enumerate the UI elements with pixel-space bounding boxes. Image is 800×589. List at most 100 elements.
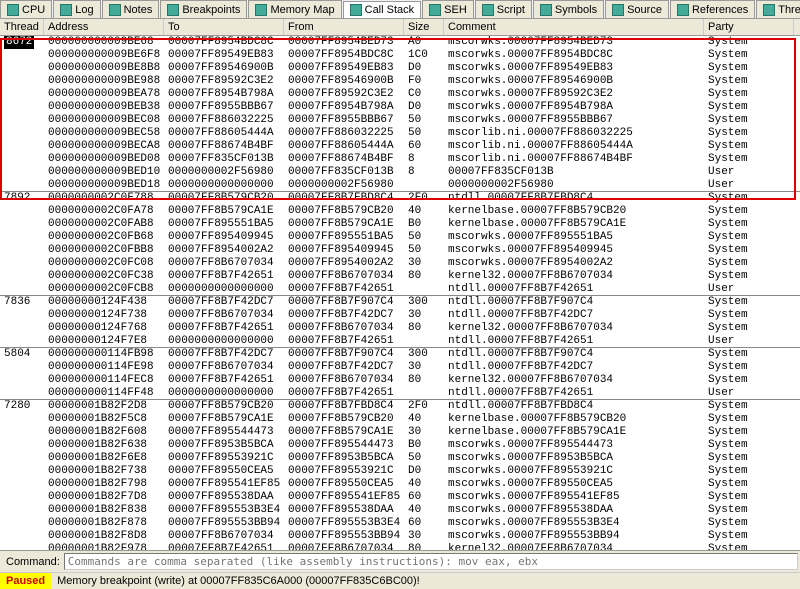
tab-breakpoints[interactable]: Breakpoints bbox=[160, 0, 247, 18]
table-row[interactable]: 0000000002C0FB6800007FF89540994500007FF8… bbox=[0, 231, 800, 244]
tab-references[interactable]: References bbox=[670, 0, 755, 18]
table-row[interactable]: 78920000000002C0F78800007FF8B579CB200000… bbox=[0, 192, 800, 205]
cell-address: 000000000009BEB38 bbox=[44, 101, 164, 114]
table-row[interactable]: 000000000009BED1800000000000000000000000… bbox=[0, 179, 800, 192]
table-row[interactable]: 5804000000000114FB9800007FF8B7F42DC70000… bbox=[0, 348, 800, 361]
cell-address: 000000000009BED08 bbox=[44, 153, 164, 166]
table-row[interactable]: 00000001B82F7D800007FF895538DAA00007FF89… bbox=[0, 491, 800, 504]
cell-size: B0 bbox=[404, 218, 444, 231]
cell-from: 00007FF8B7F42DC7 bbox=[284, 309, 404, 322]
tab-symbols[interactable]: Symbols bbox=[533, 0, 604, 18]
table-row[interactable]: 00000001B82F97800007FF8B7F4265100007FF8B… bbox=[0, 543, 800, 550]
table-row[interactable]: 00000001B82F83800007FF895553B3E400007FF8… bbox=[0, 504, 800, 517]
header-address[interactable]: Address bbox=[44, 19, 164, 35]
table-row[interactable]: 000000000114FEC800007FF8B7F4265100007FF8… bbox=[0, 374, 800, 387]
table-row[interactable]: 0000000002C0FCB8000000000000000000007FF8… bbox=[0, 283, 800, 296]
cell-address: 0000000002C0FC08 bbox=[44, 257, 164, 270]
table-row[interactable]: 00000000124F7E8000000000000000000007FF8B… bbox=[0, 335, 800, 348]
table-row[interactable]: 000000000009BECA800007FF88674B4BF00007FF… bbox=[0, 140, 800, 153]
table-row[interactable]: 000000000114FF48000000000000000000007FF8… bbox=[0, 387, 800, 400]
table-row[interactable]: 0000000002C0FAB800007FF895551BA500007FF8… bbox=[0, 218, 800, 231]
cell-thread bbox=[0, 88, 44, 101]
table-row[interactable]: 00000001B82F79800007FF895541EF8500007FF8… bbox=[0, 478, 800, 491]
cell-to: 00007FF8B579CB20 bbox=[164, 400, 284, 413]
cell-from: 00007FF8B579CB20 bbox=[284, 413, 404, 426]
table-row[interactable]: 000000000114FE9800007FF8B670703400007FF8… bbox=[0, 361, 800, 374]
table-row[interactable]: 000000000009BE6F800007FF89549EB8300007FF… bbox=[0, 49, 800, 62]
tab-cpu[interactable]: CPU bbox=[0, 0, 52, 18]
header-to[interactable]: To bbox=[164, 19, 284, 35]
table-row[interactable]: 0000000002C0FC0800007FF8B670703400007FF8… bbox=[0, 257, 800, 270]
table-row[interactable]: 000000000009BED100000000002F5698000007FF… bbox=[0, 166, 800, 179]
table-row[interactable]: 728000000001B82F2D800007FF8B579CB2000007… bbox=[0, 400, 800, 413]
table-row[interactable]: 00000001B82F73800007FF89550CEA500007FF89… bbox=[0, 465, 800, 478]
cell-address: 000000000009BEC08 bbox=[44, 114, 164, 127]
cell-from: 00007FF89549EB83 bbox=[284, 62, 404, 75]
table-row[interactable]: 00000001B82F87800007FF895553BB9400007FF8… bbox=[0, 517, 800, 530]
cell-thread bbox=[0, 465, 44, 478]
header-from[interactable]: From bbox=[284, 19, 404, 35]
tab-log[interactable]: Log bbox=[53, 0, 100, 18]
cell-to: 00007FF895409945 bbox=[164, 231, 284, 244]
table-row[interactable]: 0000000002C0FBB800007FF8954002A200007FF8… bbox=[0, 244, 800, 257]
cell-address: 000000000114FE98 bbox=[44, 361, 164, 374]
table-row[interactable]: 000000000009BEC0800007FF88603222500007FF… bbox=[0, 114, 800, 127]
tab-threads[interactable]: Threads bbox=[756, 0, 800, 18]
tab-notes[interactable]: Notes bbox=[102, 0, 160, 18]
cell-party: System bbox=[704, 543, 794, 550]
cell-address: 00000001B82F798 bbox=[44, 478, 164, 491]
cell-address: 000000000114FF48 bbox=[44, 387, 164, 399]
table-row[interactable]: 0000000002C0FC3800007FF8B7F4265100007FF8… bbox=[0, 270, 800, 283]
cell-party: User bbox=[704, 179, 794, 191]
command-input[interactable] bbox=[64, 553, 798, 570]
table-row[interactable]: 00000001B82F63800007FF8953B5BCA00007FF89… bbox=[0, 439, 800, 452]
table-row[interactable]: 0000000002C0FA7800007FF8B579CA1E00007FF8… bbox=[0, 205, 800, 218]
table-row[interactable]: 00000001B82F6E800007FF89553921C00007FF89… bbox=[0, 452, 800, 465]
cell-comment: mscorwks.00007FF895409945 bbox=[444, 244, 704, 257]
tab-memory-map[interactable]: Memory Map bbox=[248, 0, 341, 18]
tab-label: Script bbox=[497, 4, 525, 16]
cell-comment: mscorwks.00007FF8954B798A bbox=[444, 101, 704, 114]
table-row[interactable]: 00000001B82F5C800007FF8B579CA1E00007FF8B… bbox=[0, 413, 800, 426]
callstack-table[interactable]: 8672000000000009BE6800007FF8954BDC8C0000… bbox=[0, 36, 800, 550]
cell-address: 00000000124F768 bbox=[44, 322, 164, 335]
header-comment[interactable]: Comment bbox=[444, 19, 704, 35]
table-row[interactable]: 783600000000124F43800007FF8B7F42DC700007… bbox=[0, 296, 800, 309]
tab-seh[interactable]: SEH bbox=[422, 0, 474, 18]
tab-script[interactable]: Script bbox=[475, 0, 532, 18]
header-party[interactable]: Party bbox=[704, 19, 794, 35]
table-row[interactable]: 00000001B82F8D800007FF8B670703400007FF89… bbox=[0, 530, 800, 543]
cell-address: 000000000009BED18 bbox=[44, 179, 164, 191]
header-thread[interactable]: Thread bbox=[0, 19, 44, 35]
cell-address: 00000000124F438 bbox=[44, 296, 164, 309]
cell-address: 00000001B82F838 bbox=[44, 504, 164, 517]
table-row[interactable]: 00000001B82F60800007FF89554447300007FF8B… bbox=[0, 426, 800, 439]
table-row[interactable]: 8672000000000009BE6800007FF8954BDC8C0000… bbox=[0, 36, 800, 49]
cell-party: System bbox=[704, 231, 794, 244]
tab-source[interactable]: Source bbox=[605, 0, 669, 18]
table-row[interactable]: 000000000009BE8B800007FF89546900B00007FF… bbox=[0, 62, 800, 75]
cell-to: 00007FF8B7F42651 bbox=[164, 322, 284, 335]
cell-thread bbox=[0, 140, 44, 153]
table-row[interactable]: 000000000009BEB3800007FF8955BBB6700007FF… bbox=[0, 101, 800, 114]
cell-party: System bbox=[704, 218, 794, 231]
cell-party: System bbox=[704, 426, 794, 439]
table-row[interactable]: 000000000009BEA7800007FF8954B798A00007FF… bbox=[0, 88, 800, 101]
table-row[interactable]: 000000000009BEC5800007FF88605444A00007FF… bbox=[0, 127, 800, 140]
table-row[interactable]: 00000000124F76800007FF8B7F4265100007FF8B… bbox=[0, 322, 800, 335]
tab-call-stack[interactable]: Call Stack bbox=[343, 1, 422, 19]
table-row[interactable]: 00000000124F73800007FF8B670703400007FF8B… bbox=[0, 309, 800, 322]
cell-comment: kernel32.00007FF8B6707034 bbox=[444, 543, 704, 550]
cell-address: 0000000002C0F788 bbox=[44, 192, 164, 205]
header-size[interactable]: Size bbox=[404, 19, 444, 35]
cell-address: 00000000124F7E8 bbox=[44, 335, 164, 347]
footer: Command: Paused Memory breakpoint (write… bbox=[0, 550, 800, 589]
table-row[interactable]: 000000000009BED0800007FF835CF013B00007FF… bbox=[0, 153, 800, 166]
cell-comment: kernelbase.00007FF8B579CA1E bbox=[444, 218, 704, 231]
source-icon bbox=[612, 4, 624, 16]
tab-label: SEH bbox=[444, 4, 467, 16]
table-row[interactable]: 000000000009BE98800007FF89592C3E200007FF… bbox=[0, 75, 800, 88]
cell-thread bbox=[0, 426, 44, 439]
cell-from: 00007FF895541EF85 bbox=[284, 491, 404, 504]
cell-to: 00007FF895553BB94 bbox=[164, 517, 284, 530]
